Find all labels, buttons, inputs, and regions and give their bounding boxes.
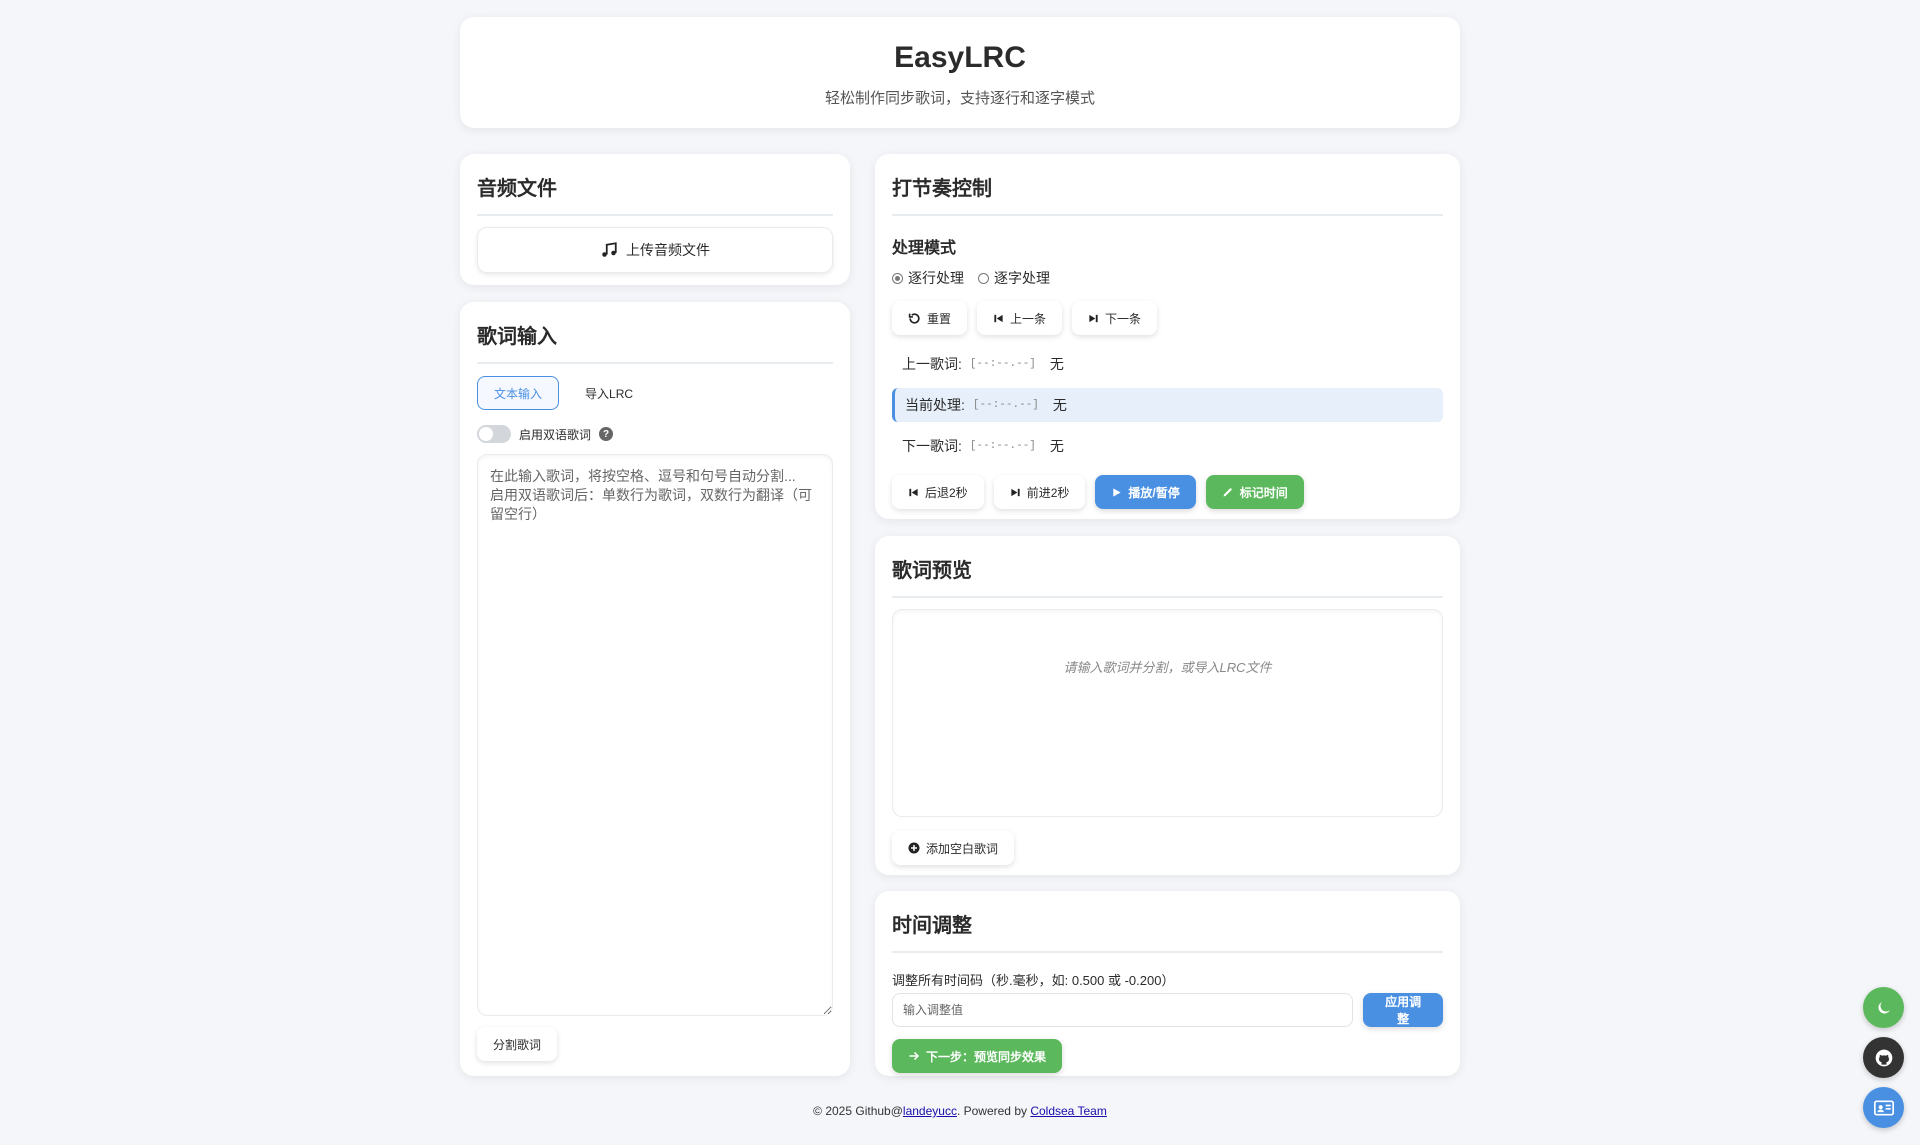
apply-adjust-button[interactable]: 应用调整 xyxy=(1363,993,1443,1027)
tab-import-lrc[interactable]: 导入LRC xyxy=(569,376,649,410)
mode-char-label: 逐字处理 xyxy=(994,270,1050,286)
skip-back-icon xyxy=(994,314,1003,322)
back-2s-button[interactable]: 后退2秒 xyxy=(892,475,984,509)
nav-button-row: 重置 上一条 下一条 xyxy=(892,301,1443,335)
team-link[interactable]: Coldsea Team xyxy=(1030,1104,1107,1118)
playback-button-row: 后退2秒 前进2秒 播放/暂停 标记时间 xyxy=(892,475,1443,509)
mode-line-option[interactable]: 逐行处理 xyxy=(892,268,964,288)
upload-audio-label: 上传音频文件 xyxy=(626,242,710,258)
app-subtitle: 轻松制作同步歌词，支持逐行和逐字模式 xyxy=(824,90,1095,107)
play-pause-button[interactable]: 播放/暂停 xyxy=(1095,475,1196,509)
add-blank-label: 添加空白歌词 xyxy=(926,841,999,856)
skip-forward-icon xyxy=(1089,314,1098,322)
app-title: EasyLRC xyxy=(894,41,1026,74)
split-lyrics-button[interactable]: 分割歌词 xyxy=(477,1027,558,1061)
forward-2s-label: 前进2秒 xyxy=(1026,485,1070,500)
mark-time-button[interactable]: 标记时间 xyxy=(1205,475,1304,509)
previous-lyric-label: 上一歌词: xyxy=(902,356,962,372)
page: EasyLRC 轻松制作同步歌词，支持逐行和逐字模式 音频文件 上传音频文件 歌… xyxy=(0,0,1920,1145)
theme-toggle-button[interactable] xyxy=(1863,987,1904,1028)
lyrics-input-card: 歌词输入 文本输入 导入LRC 启用双语歌词 ? 分割歌词 xyxy=(460,302,850,1076)
play-icon xyxy=(1113,487,1121,497)
current-lyric-row: 当前处理: [--:--.--] 无 xyxy=(892,388,1443,422)
next-lyric-time: [--:--.--] xyxy=(969,440,1036,452)
next-line-button[interactable]: 下一条 xyxy=(1072,301,1158,335)
lyrics-textarea[interactable] xyxy=(477,454,833,1016)
time-adjust-card: 时间调整 调整所有时间码（秒.毫秒，如: 0.500 或 -0.200） 应用调… xyxy=(875,891,1460,1076)
arrow-right-icon xyxy=(909,1051,920,1061)
play-pause-label: 播放/暂停 xyxy=(1128,485,1180,500)
author-link[interactable]: landeyucc xyxy=(903,1104,957,1118)
audio-title: 音频文件 xyxy=(477,172,833,216)
footer: © 2025 Github@landeyucc. Powered by Cold… xyxy=(0,1104,1920,1118)
previous-lyric-text: 无 xyxy=(1049,356,1064,372)
mark-time-label: 标记时间 xyxy=(1239,485,1288,500)
prev-line-button[interactable]: 上一条 xyxy=(977,301,1063,335)
adjust-input[interactable] xyxy=(892,993,1354,1027)
reset-button[interactable]: 重置 xyxy=(892,301,968,335)
mode-char-radio[interactable] xyxy=(978,272,989,284)
next-step-button[interactable]: 下一步：预览同步效果 xyxy=(892,1039,1063,1073)
next-step-label: 下一步：预览同步效果 xyxy=(926,1049,1047,1064)
mode-label: 处理模式 xyxy=(892,240,957,257)
tap-control-title: 打节奏控制 xyxy=(892,172,1443,216)
contact-card-button[interactable] xyxy=(1863,1087,1904,1128)
previous-lyric-row: 上一歌词: [--:--.--] 无 xyxy=(892,347,1443,381)
forward-2s-button[interactable]: 前进2秒 xyxy=(993,475,1086,509)
preview-title: 歌词预览 xyxy=(892,554,1443,598)
music-icon xyxy=(602,242,617,257)
current-lyric-label: 当前处理: xyxy=(905,397,965,413)
time-adjust-title: 时间调整 xyxy=(892,909,1443,953)
mode-radio-group: 逐行处理 逐字处理 xyxy=(892,268,1443,288)
pen-icon xyxy=(1223,488,1232,497)
header-card: EasyLRC 轻松制作同步歌词，支持逐行和逐字模式 xyxy=(460,17,1460,128)
moon-icon xyxy=(1877,1001,1890,1014)
reset-label: 重置 xyxy=(927,311,952,326)
help-icon[interactable]: ? xyxy=(599,427,614,441)
footer-prefix: © 2025 Github@ xyxy=(813,1104,903,1118)
next-line-label: 下一条 xyxy=(1105,311,1142,326)
github-button[interactable] xyxy=(1863,1037,1904,1078)
lyrics-input-title: 歌词输入 xyxy=(477,320,833,364)
preview-box[interactable]: 请输入歌词并分割，或导入LRC文件 xyxy=(892,609,1443,817)
current-lyric-text: 无 xyxy=(1052,397,1067,413)
lyrics-preview-card: 歌词预览 请输入歌词并分割，或导入LRC文件 添加空白歌词 xyxy=(875,536,1460,875)
mode-line-radio[interactable] xyxy=(892,272,903,284)
upload-audio-button[interactable]: 上传音频文件 xyxy=(477,227,833,273)
bilingual-toggle[interactable] xyxy=(477,425,511,443)
plus-circle-icon xyxy=(908,842,920,854)
mode-char-option[interactable]: 逐字处理 xyxy=(978,268,1050,288)
bilingual-label: 启用双语歌词 xyxy=(519,427,592,442)
next-lyric-row: 下一歌词: [--:--.--] 无 xyxy=(892,429,1443,463)
github-icon xyxy=(1875,1049,1892,1066)
current-lyric-time: [--:--.--] xyxy=(972,399,1039,411)
adjust-label: 调整所有时间码（秒.毫秒，如: 0.500 或 -0.200） xyxy=(892,973,1175,988)
reset-icon xyxy=(908,312,920,324)
id-card-icon xyxy=(1873,1100,1894,1115)
tap-control-card: 打节奏控制 处理模式 逐行处理 逐字处理 重置 上一条 下一条 上一歌词: [-… xyxy=(875,154,1460,519)
tab-text-input[interactable]: 文本输入 xyxy=(477,376,560,410)
bilingual-row: 启用双语歌词 ? xyxy=(477,425,833,443)
skip-back-icon xyxy=(909,488,918,496)
skip-forward-icon xyxy=(1011,488,1020,496)
next-lyric-label: 下一歌词: xyxy=(902,438,962,454)
audio-card: 音频文件 上传音频文件 xyxy=(460,154,850,285)
prev-line-label: 上一条 xyxy=(1010,311,1047,326)
back-2s-label: 后退2秒 xyxy=(925,485,968,500)
lyrics-tabs: 文本输入 导入LRC xyxy=(477,376,833,410)
add-blank-lyric-button[interactable]: 添加空白歌词 xyxy=(892,831,1015,865)
next-lyric-text: 无 xyxy=(1049,438,1064,454)
previous-lyric-time: [--:--.--] xyxy=(969,358,1036,370)
adjust-row: 应用调整 xyxy=(892,993,1443,1027)
preview-empty-text: 请输入歌词并分割，或导入LRC文件 xyxy=(1063,660,1272,675)
footer-middle: . Powered by xyxy=(956,1104,1031,1118)
mode-line-label: 逐行处理 xyxy=(908,270,964,286)
